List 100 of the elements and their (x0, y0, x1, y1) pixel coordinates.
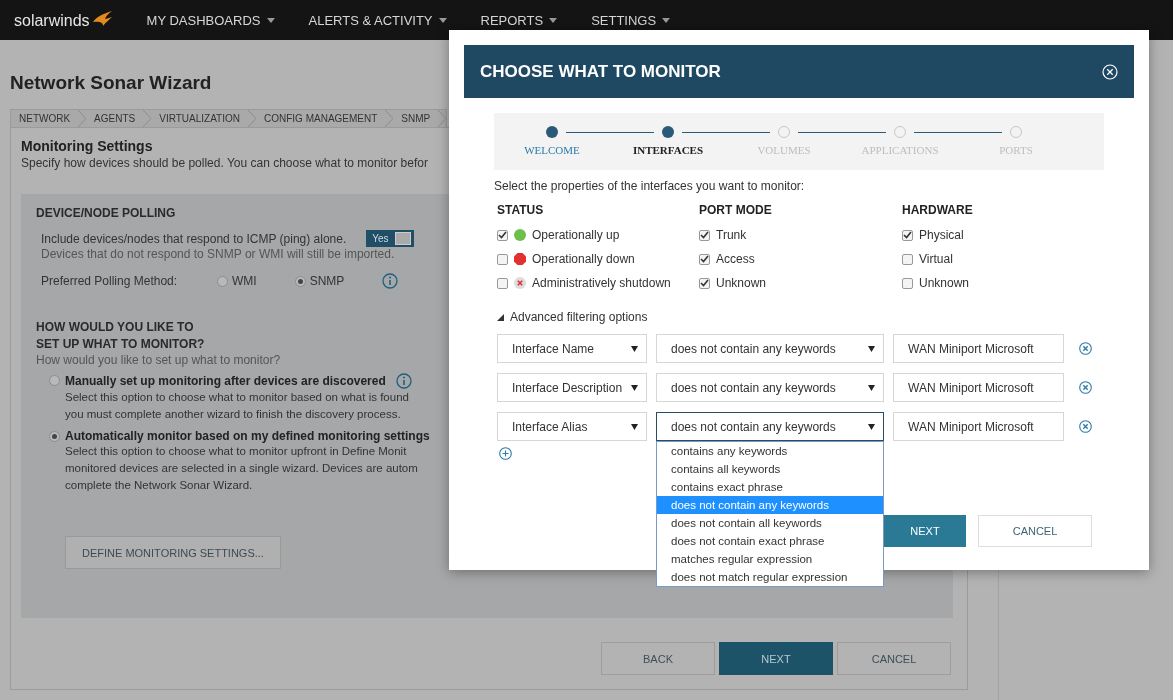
option-title: Automatically monitor based on my defined monitoring settings (65, 429, 430, 443)
checkbox[interactable] (902, 229, 913, 241)
checkbox[interactable] (699, 277, 710, 289)
checkbox[interactable] (497, 229, 508, 241)
step-indicator (546, 126, 558, 138)
wizard-tab[interactable]: NETWORK (11, 110, 79, 127)
column-heading: STATUS (497, 203, 544, 217)
remove-icon[interactable] (1079, 342, 1092, 355)
keyword-field[interactable]: WAN Miniport Microsoft (893, 334, 1064, 363)
wizard-tab[interactable]: AGENTS (86, 110, 144, 127)
wizard-tab[interactable]: VIRTUALIZATION (151, 110, 248, 127)
caret-icon (549, 17, 558, 23)
section-title: Monitoring Settings (21, 138, 153, 154)
radio-button[interactable] (294, 275, 306, 287)
dropdown-option[interactable]: contains any keywords (657, 442, 883, 460)
chevron-icon (385, 110, 394, 127)
cancel-button[interactable]: CANCEL (978, 515, 1092, 547)
checkbox-label: Access (716, 252, 755, 266)
checkbox-label: Operationally down (532, 252, 635, 266)
define-settings-button[interactable]: DEFINE MONITORING SETTINGS... (65, 536, 281, 569)
checkbox[interactable] (902, 277, 913, 289)
keyword-field[interactable]: WAN Miniport Microsoft (893, 373, 1064, 402)
step-label[interactable]: WELCOME (524, 144, 580, 156)
back-button[interactable]: BACK (601, 642, 715, 675)
next-button[interactable]: NEXT (719, 642, 833, 675)
option-title: Manually set up monitoring after devices are discovered (65, 374, 386, 388)
checkbox-label: Unknown (716, 276, 767, 290)
section-heading: SET UP WHAT TO MONITOR? (36, 336, 205, 353)
info-icon[interactable] (382, 273, 399, 289)
wizard-tab[interactable]: CONFIG MANAGEMENT (256, 110, 386, 127)
logo-text[interactable]: solarwinds (14, 12, 90, 30)
field-dropdown[interactable]: Interface Name (497, 334, 647, 363)
operator-dropdown[interactable]: does not contain any keywords (656, 334, 884, 363)
dropdown-option[interactable]: matches regular expression (657, 550, 883, 568)
operator-dropdown[interactable]: does not contain any keywords (656, 373, 884, 402)
field-dropdown[interactable]: Interface Alias (497, 412, 647, 441)
column-heading: HARDWARE (902, 203, 973, 217)
wizard-tab[interactable]: SNMP (393, 110, 439, 127)
polling-method-label: Preferred Polling Method: (41, 274, 179, 288)
cancel-button[interactable]: CANCEL (837, 642, 951, 675)
advanced-toggle-link[interactable]: Advanced filtering options (510, 310, 648, 324)
dropdown-option[interactable]: contains exact phrase (657, 478, 883, 496)
option-description: complete the Network Sonar Wizard. (65, 478, 253, 493)
modal-title: CHOOSE WHAT TO MONITOR (480, 61, 721, 82)
dropdown-arrow-icon (631, 384, 638, 391)
dropdown-option[interactable]: does not contain exact phrase (657, 532, 883, 550)
nav-menu[interactable]: ALERTS & ACTIVITY (308, 12, 447, 28)
caret-icon (266, 17, 275, 23)
status-up-icon (514, 229, 526, 241)
page-title: Network Sonar Wizard (10, 72, 212, 94)
yes-toggle[interactable]: Yes (366, 230, 414, 247)
section-heading: HOW WOULD YOU LIKE TO (36, 319, 194, 336)
nav-menu[interactable]: MY DASHBOARDS (146, 12, 275, 28)
section-heading: DEVICE/NODE POLLING (36, 206, 176, 220)
radio-button[interactable] (217, 275, 228, 287)
close-icon[interactable] (1102, 63, 1118, 80)
field-dropdown[interactable]: Interface Description (497, 373, 647, 402)
status-down-icon (514, 253, 526, 265)
nav-menu[interactable]: REPORTS (480, 12, 558, 28)
step-indicator (662, 126, 674, 138)
remove-icon[interactable] (1079, 381, 1092, 394)
icmp-note: Devices that do not respond to SNMP or WMI will still be imported. (41, 247, 395, 261)
checkbox[interactable] (497, 277, 508, 289)
checkbox-label: Unknown (919, 276, 970, 290)
add-icon[interactable] (499, 447, 512, 460)
dropdown-arrow-icon (868, 423, 875, 430)
keyword-field[interactable]: WAN Miniport Microsoft (893, 412, 1064, 441)
triangle-icon[interactable] (497, 313, 504, 321)
dropdown-option[interactable]: does not contain all keywords (657, 514, 883, 532)
dropdown-arrow-icon (631, 345, 638, 352)
step-label: INTERFACES (632, 144, 704, 156)
nav-menu[interactable]: SETTINGS (591, 12, 671, 28)
step-indicator (1010, 126, 1022, 138)
dropdown-arrow-icon (868, 345, 875, 352)
intro-text: Select the properties of the interfaces you want to monitor: (494, 179, 805, 193)
checkbox[interactable] (699, 253, 710, 265)
dropdown-arrow-icon (868, 384, 875, 391)
radio-label: WMI (232, 274, 257, 288)
checkbox-label: Virtual (919, 252, 953, 266)
status-shutdown-icon (514, 277, 526, 289)
step-indicator (894, 126, 906, 138)
checkbox[interactable] (902, 253, 913, 265)
dropdown-option[interactable]: contains all keywords (657, 460, 883, 478)
checkbox[interactable] (497, 253, 508, 265)
checkbox-label: Physical (919, 228, 964, 242)
radio-label: SNMP (309, 274, 345, 288)
remove-icon[interactable] (1079, 420, 1092, 433)
checkbox[interactable] (699, 229, 710, 241)
caret-icon (438, 17, 447, 23)
chevron-icon (248, 110, 256, 127)
option-description: monitored devices are selected in a single wizard. Devices are autom (65, 461, 418, 476)
chevron-icon (143, 110, 152, 127)
chevron-icon (78, 110, 87, 127)
step-indicator (778, 126, 790, 138)
radio-button[interactable] (49, 431, 60, 442)
dropdown-option[interactable]: does not match regular expression (657, 568, 883, 586)
info-icon[interactable] (395, 373, 412, 389)
section-description: Specify how devices should be polled. You can choose what to monitor befor (21, 156, 428, 170)
radio-button[interactable] (49, 375, 60, 386)
next-button[interactable]: NEXT (884, 515, 966, 547)
